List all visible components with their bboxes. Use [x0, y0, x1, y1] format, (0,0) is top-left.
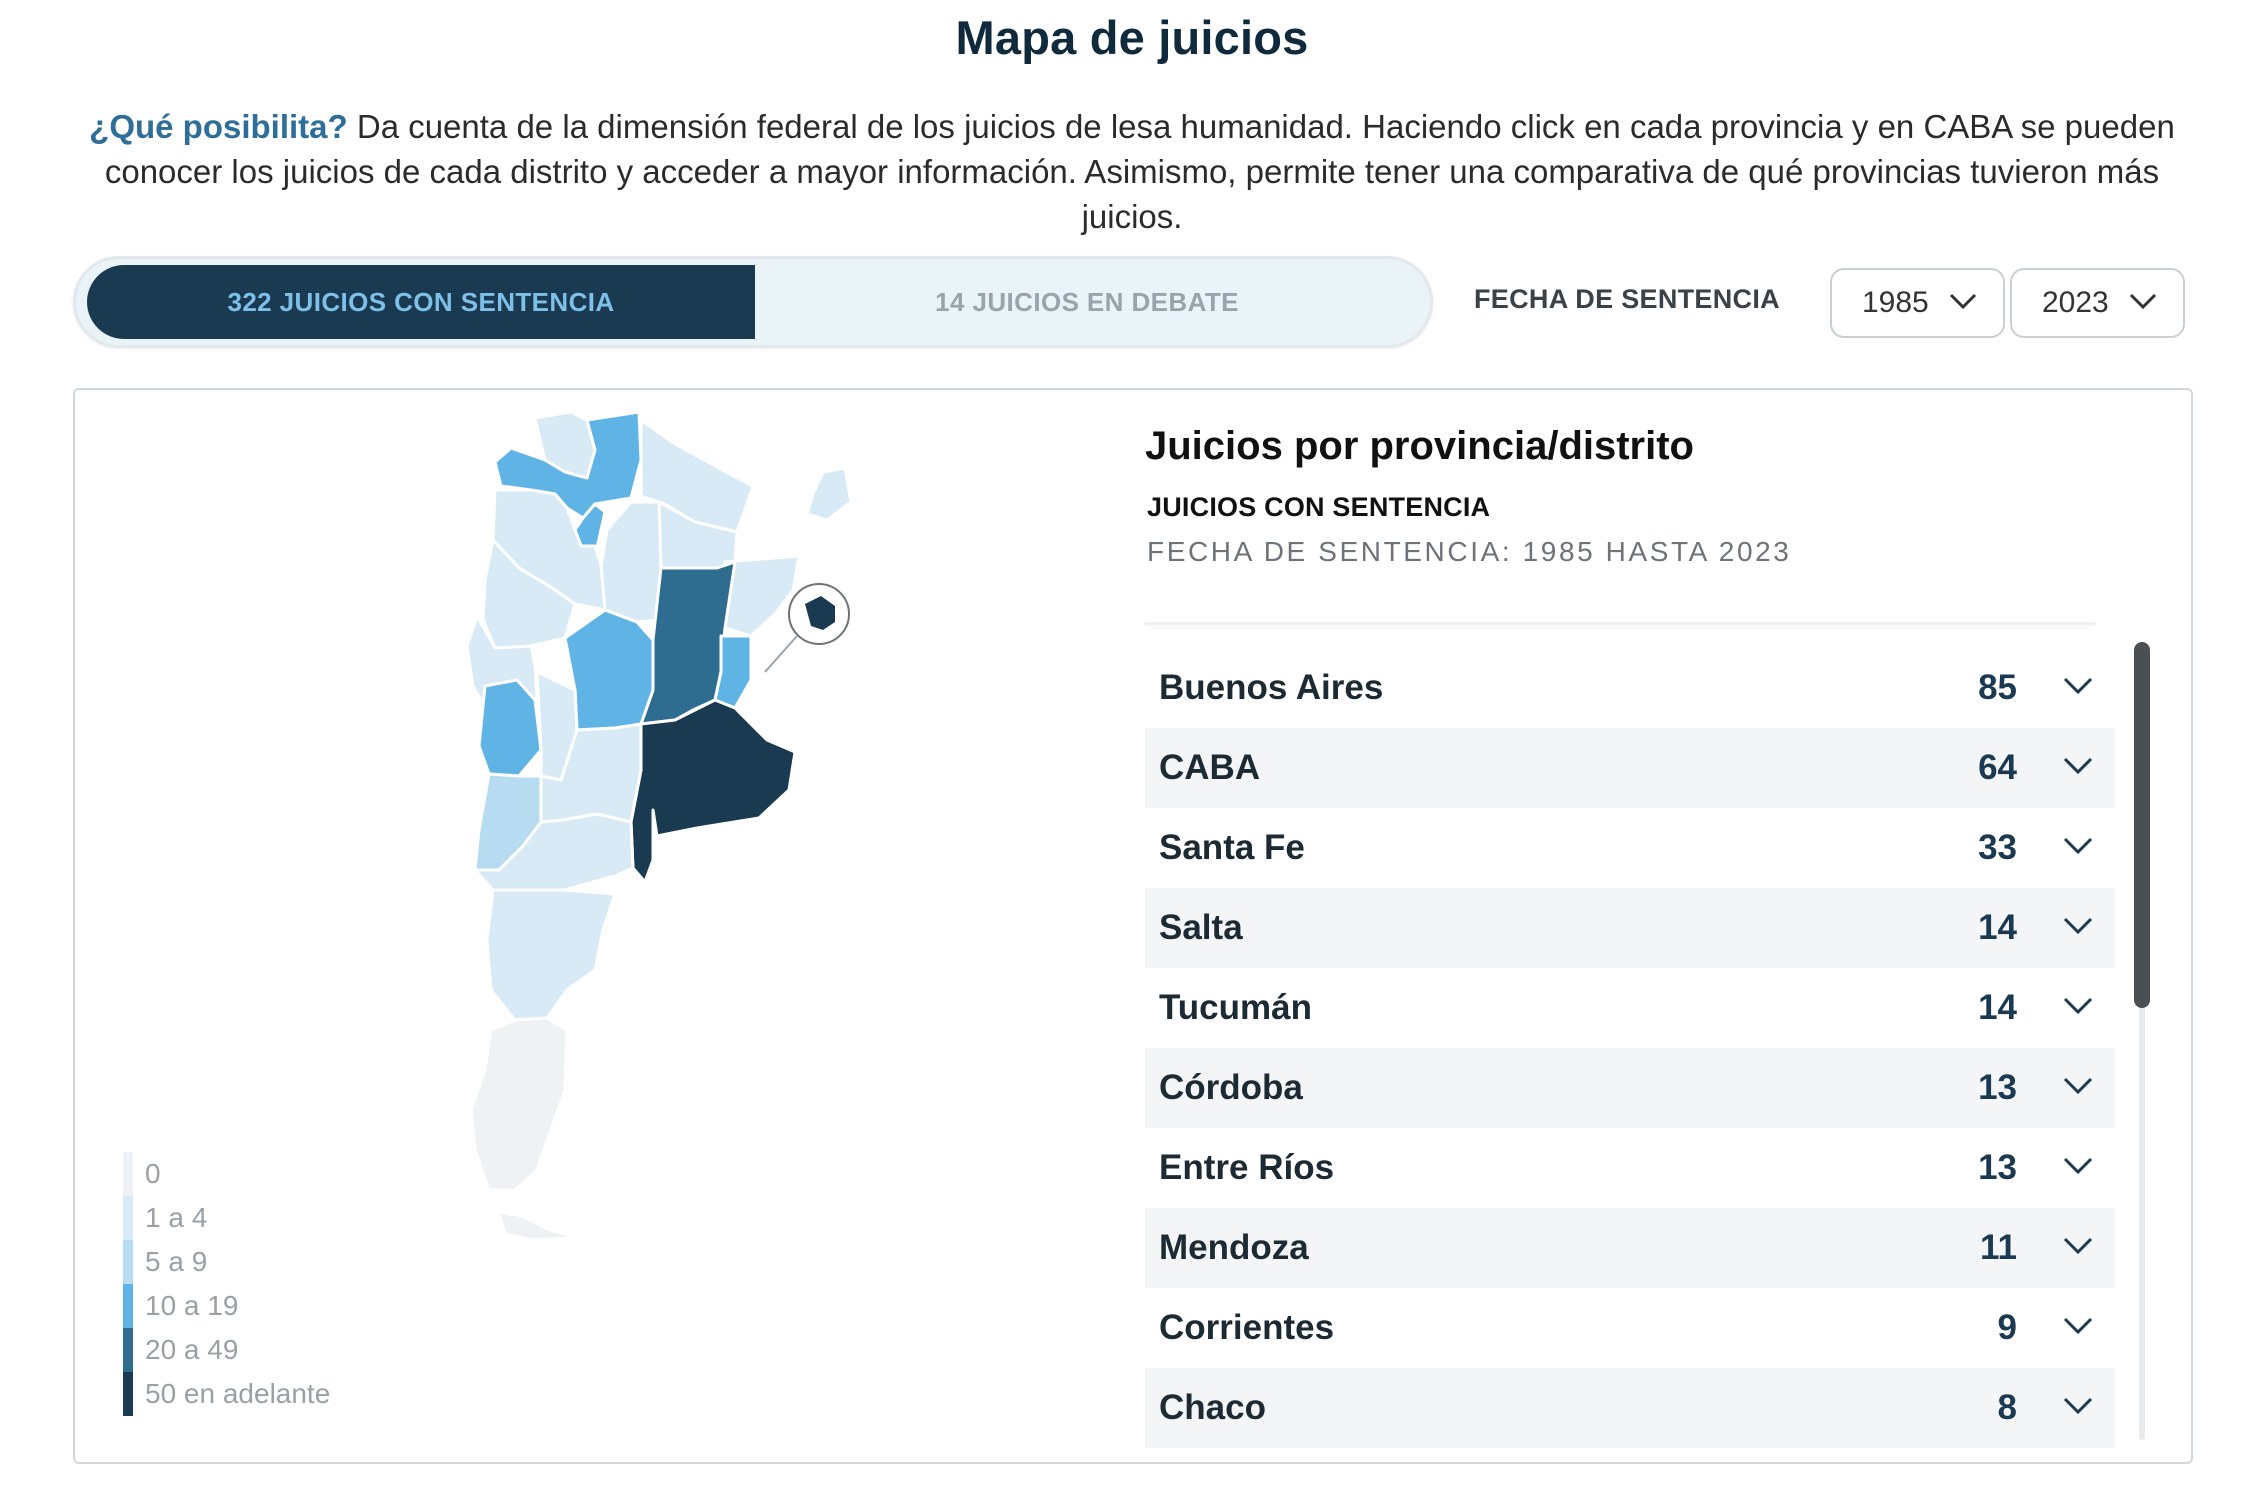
province-cordoba[interactable]: [563, 608, 655, 732]
list-item[interactable]: Buenos Aires 85: [1145, 648, 2115, 728]
list-item[interactable]: Tucumán 14: [1145, 968, 2115, 1048]
scrollbar-thumb[interactable]: [2134, 642, 2150, 1008]
legend-row: 10 a 19: [123, 1284, 330, 1328]
province-tierra-del-fuego[interactable]: [497, 1210, 577, 1242]
province-count: 64: [1978, 748, 2017, 787]
map-card: 0 1 a 4 5 a 9 10 a 19 20 a 49 50 en adel…: [73, 388, 2193, 1464]
province-name: Mendoza: [1159, 1228, 1309, 1267]
chevron-down-icon[interactable]: [2063, 676, 2093, 696]
province-name: Entre Ríos: [1159, 1148, 1335, 1187]
province-name: Salta: [1159, 908, 1243, 947]
province-name: Córdoba: [1159, 1068, 1303, 1107]
province-name: Buenos Aires: [1159, 668, 1384, 707]
chevron-down-icon[interactable]: [2063, 996, 2093, 1016]
intro-text: Da cuenta de la dimensión federal de los…: [104, 108, 2175, 235]
tab-con-sentencia[interactable]: 322 JUICIOS CON SENTENCIA: [87, 265, 755, 339]
page: Mapa de juicios ¿Qué posibilita? Da cuen…: [0, 0, 2264, 1494]
chevron-down-icon: [2129, 293, 2157, 310]
panel-subtitle: JUICIOS CON SENTENCIA: [1147, 492, 1491, 522]
legend-swatch: [123, 1152, 133, 1196]
legend-swatch: [123, 1328, 133, 1372]
intro-lead: ¿Qué posibilita?: [89, 108, 348, 145]
province-misiones[interactable]: [805, 466, 853, 522]
province-buenos-aires[interactable]: [629, 698, 797, 884]
province-count: 13: [1978, 1148, 2017, 1187]
province-count: 9: [1997, 1308, 2017, 1347]
list-item[interactable]: CABA 64: [1145, 728, 2115, 808]
chevron-down-icon[interactable]: [2063, 1156, 2093, 1176]
page-title: Mapa de juicios: [955, 11, 1309, 64]
chevron-down-icon[interactable]: [2063, 836, 2093, 856]
list-item[interactable]: Corrientes 9: [1145, 1288, 2115, 1368]
map-legend: 0 1 a 4 5 a 9 10 a 19 20 a 49 50 en adel…: [123, 1152, 330, 1416]
legend-label: 50 en adelante: [145, 1378, 331, 1409]
list-item[interactable]: Córdoba 13: [1145, 1048, 2115, 1128]
list-item[interactable]: Entre Ríos 13: [1145, 1128, 2115, 1208]
legend-row: 20 a 49: [123, 1328, 330, 1372]
province-santiago-del-estero[interactable]: [599, 500, 663, 624]
year-to-value: 2023: [2042, 286, 2109, 319]
province-count: 14: [1978, 988, 2017, 1027]
chevron-down-icon[interactable]: [2063, 1396, 2093, 1416]
legend-row: 50 en adelante: [123, 1372, 330, 1416]
province-name: Santa Fe: [1159, 828, 1305, 867]
province-count: 14: [1978, 908, 2017, 947]
divider: [1145, 622, 2095, 625]
province-count: 13: [1978, 1068, 2017, 1107]
province-name: Chaco: [1159, 1388, 1266, 1427]
chevron-down-icon[interactable]: [2063, 1076, 2093, 1096]
chevron-down-icon: [1949, 293, 1977, 310]
province-mendoza[interactable]: [477, 678, 543, 778]
year-from-select[interactable]: 1985: [1830, 268, 2005, 338]
province-count: 85: [1978, 668, 2017, 707]
province-santa-cruz[interactable]: [469, 1016, 569, 1192]
date-filter-label: FECHA DE SENTENCIA: [1474, 284, 1780, 314]
chevron-down-icon[interactable]: [2063, 756, 2093, 776]
legend-label: 1 a 4: [145, 1202, 208, 1233]
list-item[interactable]: Salta 14: [1145, 888, 2115, 968]
province-count: 11: [1980, 1228, 2017, 1267]
province-count: 33: [1978, 828, 2017, 867]
legend-label: 20 a 49: [145, 1334, 239, 1365]
tab-en-debate[interactable]: 14 JUICIOS EN DEBATE: [755, 265, 1419, 339]
legend-swatch: [123, 1372, 133, 1416]
legend-swatch: [123, 1284, 133, 1328]
year-to-select[interactable]: 2023: [2010, 268, 2185, 338]
list-item[interactable]: Chaco 8: [1145, 1368, 2115, 1448]
legend-label: 0: [145, 1158, 161, 1189]
chevron-down-icon[interactable]: [2063, 916, 2093, 936]
legend-label: 5 a 9: [145, 1246, 208, 1277]
legend-label: 10 a 19: [145, 1290, 239, 1321]
panel-title: Juicios por provincia/distrito: [1145, 424, 1694, 468]
chevron-down-icon[interactable]: [2063, 1316, 2093, 1336]
intro-paragraph: ¿Qué posibilita? Da cuenta de la dimensi…: [60, 104, 2204, 239]
province-entre-rios[interactable]: [713, 634, 753, 710]
legend-row: 5 a 9: [123, 1240, 330, 1284]
panel-date-range: FECHA DE SENTENCIA: 1985 HASTA 2023: [1147, 536, 1792, 567]
province-list: Buenos Aires 85 CABA 64 Santa Fe 33 Salt…: [1145, 648, 2115, 1448]
province-chubut[interactable]: [485, 888, 617, 1022]
province-name: Corrientes: [1159, 1308, 1335, 1347]
legend-row: 0: [123, 1152, 330, 1196]
legend-swatch: [123, 1240, 133, 1284]
year-from-value: 1985: [1862, 286, 1929, 319]
chevron-down-icon[interactable]: [2063, 1236, 2093, 1256]
legend-row: 1 a 4: [123, 1196, 330, 1240]
province-count: 8: [1997, 1388, 2017, 1427]
status-toggle: 322 JUICIOS CON SENTENCIA 14 JUICIOS EN …: [73, 256, 1433, 348]
province-name: CABA: [1159, 748, 1261, 787]
list-item[interactable]: Mendoza 11: [1145, 1208, 2115, 1288]
legend-swatch: [123, 1196, 133, 1240]
list-item[interactable]: Santa Fe 33: [1145, 808, 2115, 888]
province-name: Tucumán: [1159, 988, 1312, 1027]
